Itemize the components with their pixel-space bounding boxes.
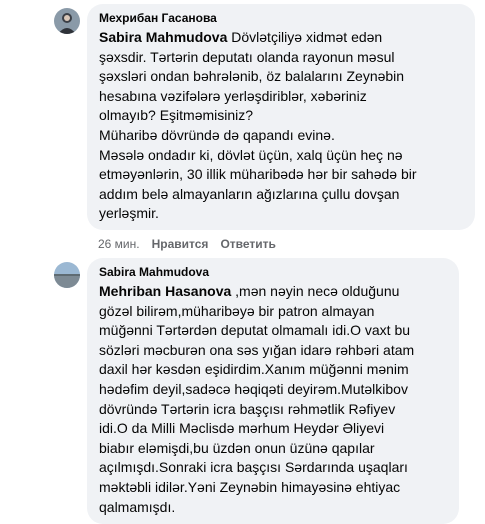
comment-line: hədəfim deyil,sadəcə həqiqəti deyirəm.Mu… (99, 380, 408, 397)
mention-link[interactable]: Mehriban Hasanova (99, 283, 231, 299)
comment-line: yerləşmir. (99, 205, 159, 222)
comment-line: gözəl bilirəm,müharibəyə bir patron alma… (99, 302, 375, 319)
comment-line: şəxsdir. Tərtərin deputatı olanda rayonu… (99, 48, 395, 65)
comment-line: ,mən nəyin necə olduğunu (231, 283, 400, 299)
like-button[interactable]: Нравится (152, 237, 209, 251)
comment-line: olmayıb? Eşitməmisiniz? (99, 107, 254, 124)
reply-button[interactable]: Ответить (220, 237, 275, 251)
comment-line: Müharibə dövründə də qapandı evinə. (99, 126, 335, 143)
comment-line: dövründə Tərtərin icra başçısı rəhmətlik… (99, 400, 396, 417)
comment-line: Dövlətçiliyə xidmət edən (227, 29, 383, 45)
comment-line: açılmışdı.Sonraki icra başçısı Sərdarınd… (99, 459, 408, 476)
comment-line: sözləri məcburən ona səs yığan idarə rəh… (99, 341, 415, 358)
comment-text: Sabira Mahmudova Dövlətçiliyə xidmət edə… (99, 28, 463, 224)
comment-line: məktəbli idilər.Yəni Zeynəbin himayəsinə… (99, 478, 401, 495)
comment-text: Mehriban Hasanova ,mən nəyin necə olduğu… (99, 282, 447, 517)
comment-line: Məsələ ondadır ki, dövlət üçün, xalq üçü… (99, 146, 403, 163)
comment-line: daxil hər kəsdən eşidirdim.Xanım müğənni… (99, 361, 409, 378)
comment-bubble: Мехрибан Гасанова Sabira Mahmudova Dövlə… (87, 4, 475, 230)
comment-line: biabır eləmişdi,bu üzdən onun üzünə qapı… (99, 439, 375, 456)
comment-line: müğənni Tərtərdən deputat olmamalı idi.O… (99, 322, 411, 339)
comment-line: hesabına vəzifələrə yerləşdiriblər, xəbə… (99, 87, 367, 104)
comment-line: şəxsləri ondan bəhrələnib, öz balalarını… (99, 68, 405, 85)
avatar[interactable] (54, 262, 80, 288)
comment-timestamp[interactable]: 26 мин. (98, 237, 140, 251)
avatar[interactable] (54, 8, 80, 34)
comment-line: idi.O da Milli Məclisdə mərhum Heydər Əl… (99, 420, 385, 437)
comment-author[interactable]: Sabira Mahmudova (99, 264, 447, 280)
mention-link[interactable]: Sabira Mahmudova (99, 29, 227, 45)
comment-line: qalmamışdı. (99, 498, 176, 515)
comment-actions: 26 мин. Нравится Ответить (98, 237, 276, 251)
comment-line: addım belə almayanların ağızlarına çullu… (99, 185, 400, 202)
comment-line: etməyənlərin, 30 illik müharibədə hər bi… (99, 166, 417, 183)
comment-author[interactable]: Мехрибан Гасанова (99, 10, 463, 26)
comment-bubble: Sabira Mahmudova Mehriban Hasanova ,mən … (87, 258, 459, 524)
